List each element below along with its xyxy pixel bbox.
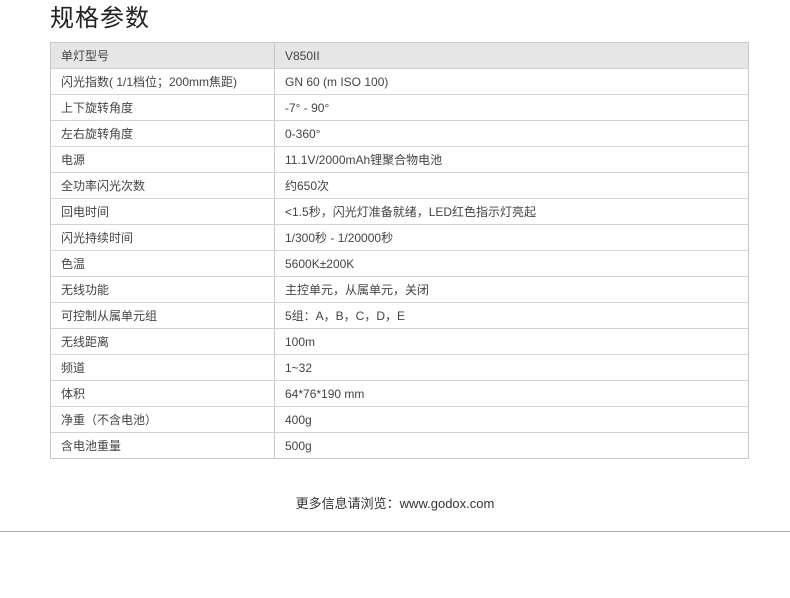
spec-name: 净重（不含电池） <box>50 406 275 433</box>
spec-name: 单灯型号 <box>50 42 275 69</box>
spec-name: 可控制从属单元组 <box>50 302 275 329</box>
spec-value: 5组：A，B，C，D，E <box>274 302 749 329</box>
spec-name: 左右旋转角度 <box>50 120 275 147</box>
spec-name: 频道 <box>50 354 275 381</box>
spec-value: GN 60 (m ISO 100) <box>274 68 749 95</box>
spec-value: 100m <box>274 328 749 355</box>
spec-value: -7° - 90° <box>274 94 749 121</box>
spec-name: 闪光指数( 1/1档位；200mm焦距) <box>50 68 275 95</box>
table-row: 无线距离 100m <box>50 328 749 355</box>
spec-table: 单灯型号 V850II 闪光指数( 1/1档位；200mm焦距) GN 60 (m I… <box>50 42 749 459</box>
table-row: 闪光指数( 1/1档位；200mm焦距) GN 60 (m ISO 100) <box>50 68 749 95</box>
table-row: 无线功能 主控单元，从属单元，关闭 <box>50 276 749 303</box>
page-title: 规格参数 <box>50 4 150 32</box>
spec-value: 约650次 <box>274 172 749 199</box>
table-row: 含电池重量 500g <box>50 432 749 459</box>
table-row: 回电时间 <1.5秒，闪光灯准备就绪，LED红色指示灯亮起 <box>50 198 749 225</box>
spec-name: 含电池重量 <box>50 432 275 459</box>
table-row: 色温 5600K±200K <box>50 250 749 277</box>
spec-name: 电源 <box>50 146 275 173</box>
spec-name: 上下旋转角度 <box>50 94 275 121</box>
table-row: 上下旋转角度 -7° - 90° <box>50 94 749 121</box>
spec-value: 64*76*190 mm <box>274 380 749 407</box>
table-row: 频道 1~32 <box>50 354 749 381</box>
spec-name: 无线距离 <box>50 328 275 355</box>
spec-name: 体积 <box>50 380 275 407</box>
table-row: 体积 64*76*190 mm <box>50 380 749 407</box>
spec-name: 闪光持续时间 <box>50 224 275 251</box>
spec-value: 0-360° <box>274 120 749 147</box>
spec-value: V850II <box>274 42 749 69</box>
table-row: 净重（不含电池） 400g <box>50 406 749 433</box>
spec-value: 500g <box>285 438 312 453</box>
spec-value: 主控单元，从属单元，关闭 <box>274 276 749 303</box>
table-row: 可控制从属单元组 5组：A，B，C，D，E <box>50 302 749 329</box>
spec-value: 1/300秒 - 1/20000秒 <box>274 224 749 251</box>
table-row: 全功率闪光次数 约650次 <box>50 172 749 199</box>
footer-more-info[interactable]: 更多信息请浏览：www.godox.com <box>0 493 790 512</box>
spec-value: 1~32 <box>274 354 749 381</box>
spec-name: 回电时间 <box>50 198 275 225</box>
spec-value: 11.1V/2000mAh锂聚合物电池 <box>274 146 749 173</box>
spec-name: 无线功能 <box>50 276 275 303</box>
spec-value: <1.5秒，闪光灯准备就绪，LED红色指示灯亮起 <box>274 198 749 225</box>
table-row: 左右旋转角度 0-360° <box>50 120 749 147</box>
table-row: 闪光持续时间 1/300秒 - 1/20000秒 <box>50 224 749 251</box>
spec-name: 全功率闪光次数 <box>50 172 275 199</box>
spec-value: 5600K±200K <box>274 250 749 277</box>
table-row: 电源 11.1V/2000mAh锂聚合物电池 <box>50 146 749 173</box>
spec-value: 400g <box>274 406 749 433</box>
table-header-row: 单灯型号 V850II <box>50 42 749 69</box>
footer-divider <box>0 531 790 532</box>
spec-name: 色温 <box>50 250 275 277</box>
